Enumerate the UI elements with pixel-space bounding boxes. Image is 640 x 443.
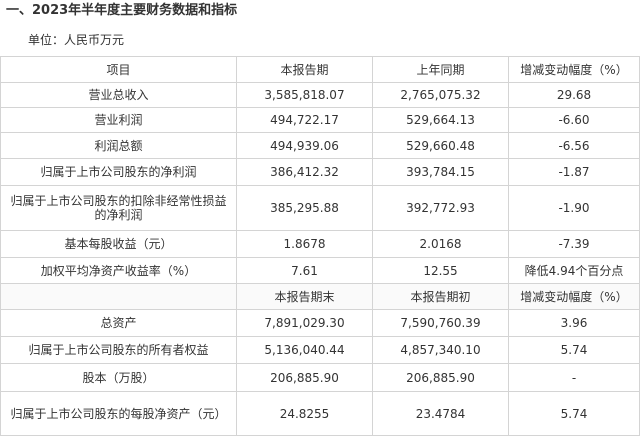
cell-change: -1.90 <box>508 185 640 231</box>
header-cell-prior-period: 上年同期 <box>372 56 509 83</box>
row-label: 归属于上市公司股东的每股净资产（元） <box>0 391 237 436</box>
table-row: 加权平均净资产收益率（%） 7.61 12.55 降低4.94个百分点 <box>0 257 640 284</box>
unit-label: 单位：人民币万元 <box>28 33 125 47</box>
table-row: 股本（万股） 206,885.90 206,885.90 - <box>0 363 640 392</box>
cell-value: 494,939.06 <box>236 132 373 159</box>
cell-value: 2,765,075.32 <box>372 82 509 108</box>
cell-value: 529,664.13 <box>372 107 509 133</box>
cell-value: 386,412.32 <box>236 158 373 186</box>
cell-change: -1.87 <box>508 158 640 186</box>
cell-value: 23.4784 <box>372 391 509 436</box>
cell-value: 24.8255 <box>236 391 373 436</box>
cell-value: 393,784.15 <box>372 158 509 186</box>
table-header-row: 项目 本报告期 上年同期 增减变动幅度（%） <box>0 56 640 83</box>
cell-value: 385,295.88 <box>236 185 373 231</box>
cell-value: 12.55 <box>372 257 509 284</box>
table-row: 归属于上市公司股东的净利润 386,412.32 393,784.15 -1.8… <box>0 158 640 186</box>
cell-change: -6.56 <box>508 132 640 159</box>
row-label: 营业利润 <box>0 107 237 133</box>
row-label: 利润总额 <box>0 132 237 159</box>
table-subheader-row: 本报告期末 本报告期初 增减变动幅度（%） <box>0 283 640 310</box>
cell-value: 2.0168 <box>372 230 509 258</box>
cell-change: - <box>508 363 640 392</box>
cell-change: -7.39 <box>508 230 640 258</box>
row-label: 营业总收入 <box>0 82 237 108</box>
subheader-cell-change: 增减变动幅度（%） <box>508 283 640 310</box>
cell-value: 206,885.90 <box>372 363 509 392</box>
row-label: 归属于上市公司股东的所有者权益 <box>0 336 237 364</box>
cell-value: 494,722.17 <box>236 107 373 133</box>
cell-value: 4,857,340.10 <box>372 336 509 364</box>
table-row: 总资产 7,891,029.30 7,590,760.39 3.96 <box>0 309 640 337</box>
table-row: 利润总额 494,939.06 529,660.48 -6.56 <box>0 132 640 159</box>
row-label: 股本（万股） <box>0 363 237 392</box>
cell-change: 5.74 <box>508 391 640 436</box>
table-row: 营业利润 494,722.17 529,664.13 -6.60 <box>0 107 640 133</box>
financial-data-table: 项目 本报告期 上年同期 增减变动幅度（%） 营业总收入 3,585,818.0… <box>0 56 640 436</box>
section-title: 一、2023年半年度主要财务数据和指标 <box>6 3 238 18</box>
cell-change: 降低4.94个百分点 <box>508 257 640 284</box>
cell-value: 7,590,760.39 <box>372 309 509 337</box>
cell-value: 392,772.93 <box>372 185 509 231</box>
cell-value: 1.8678 <box>236 230 373 258</box>
row-label: 基本每股收益（元） <box>0 230 237 258</box>
cell-value: 206,885.90 <box>236 363 373 392</box>
cell-change: 3.96 <box>508 309 640 337</box>
table-row: 基本每股收益（元） 1.8678 2.0168 -7.39 <box>0 230 640 258</box>
row-label: 归属于上市公司股东的净利润 <box>0 158 237 186</box>
row-label: 加权平均净资产收益率（%） <box>0 257 237 284</box>
table-row: 归属于上市公司股东的扣除非经常性损益的净利润 385,295.88 392,77… <box>0 185 640 231</box>
cell-value: 529,660.48 <box>372 132 509 159</box>
header-cell-item: 项目 <box>0 56 237 83</box>
cell-change: 5.74 <box>508 336 640 364</box>
subheader-cell-period-end: 本报告期末 <box>236 283 373 310</box>
row-label: 总资产 <box>0 309 237 337</box>
header-cell-change: 增减变动幅度（%） <box>508 56 640 83</box>
subheader-cell-period-start: 本报告期初 <box>372 283 509 310</box>
table-row: 归属于上市公司股东的所有者权益 5,136,040.44 4,857,340.1… <box>0 336 640 364</box>
cell-change: 29.68 <box>508 82 640 108</box>
row-label: 归属于上市公司股东的扣除非经常性损益的净利润 <box>0 185 237 231</box>
cell-value: 5,136,040.44 <box>236 336 373 364</box>
cell-value: 7.61 <box>236 257 373 284</box>
header-cell-current-period: 本报告期 <box>236 56 373 83</box>
cell-value: 3,585,818.07 <box>236 82 373 108</box>
cell-change: -6.60 <box>508 107 640 133</box>
cell-value: 7,891,029.30 <box>236 309 373 337</box>
table-row: 营业总收入 3,585,818.07 2,765,075.32 29.68 <box>0 82 640 108</box>
table-row: 归属于上市公司股东的每股净资产（元） 24.8255 23.4784 5.74 <box>0 391 640 436</box>
subheader-cell-empty <box>0 283 237 310</box>
